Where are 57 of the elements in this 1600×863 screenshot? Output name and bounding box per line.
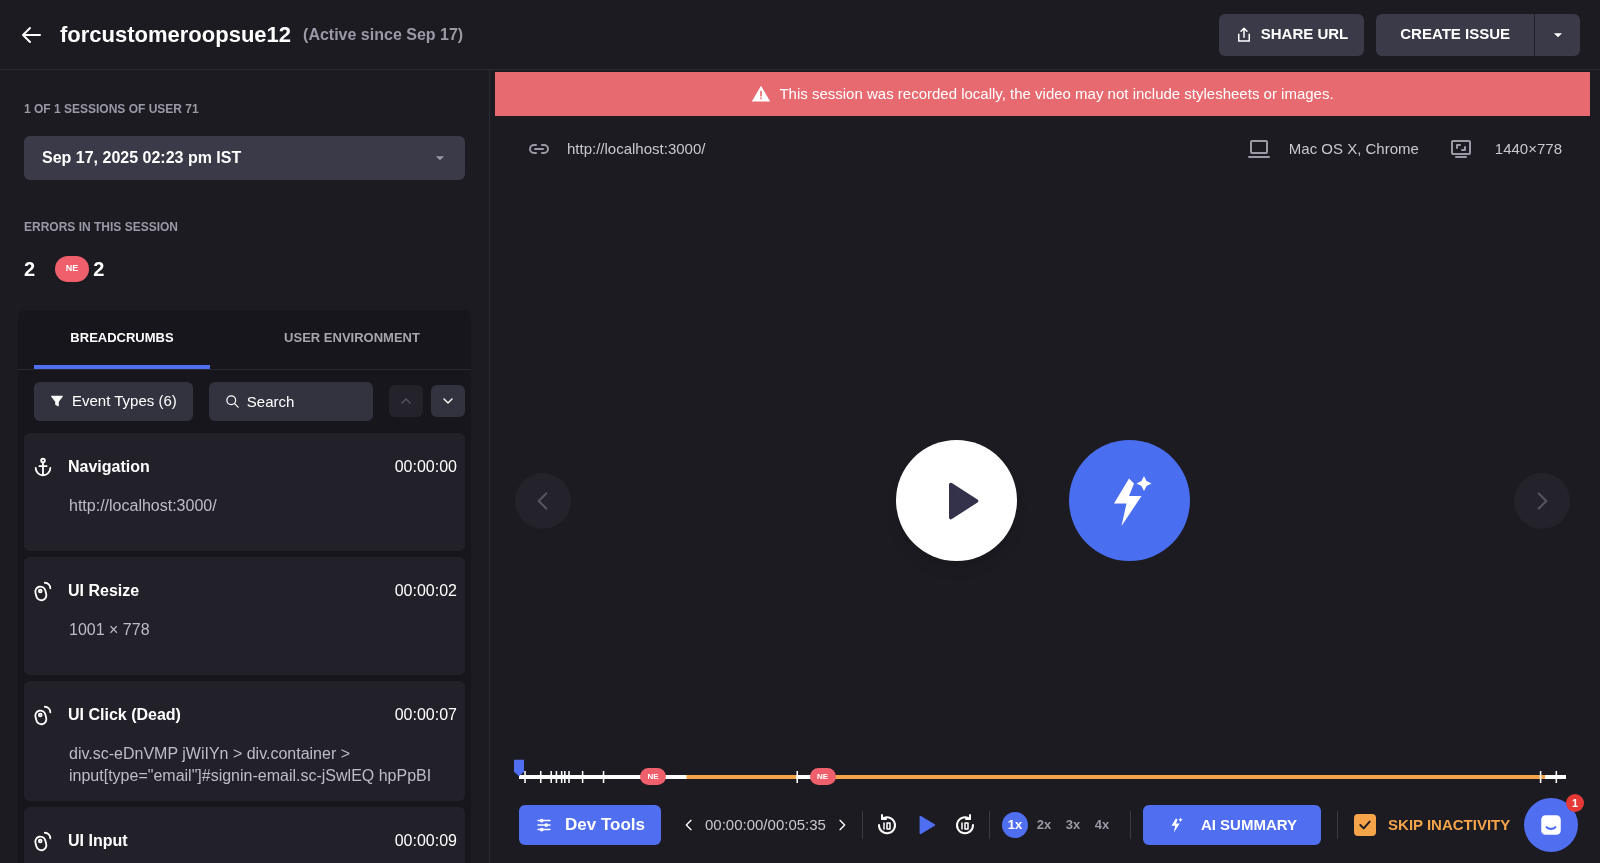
session-dropdown[interactable]: Sep 17, 2025 02:23 pm IST [24, 136, 465, 180]
event-title: UI Resize [68, 580, 140, 601]
share-url-button[interactable]: SHARE URL [1218, 13, 1365, 56]
speed-option[interactable]: 3x [1059, 812, 1086, 838]
search-field[interactable]: Search [208, 381, 373, 421]
warning-icon [751, 84, 772, 104]
scroll-down-button[interactable] [430, 385, 465, 418]
event-time: 00:00:07 [394, 704, 457, 725]
playback-time: 00:00:00/00:05:35 [705, 814, 826, 835]
event-types-button[interactable]: Event Types (6) [34, 381, 193, 421]
mouse-icon [32, 829, 54, 852]
speed-option[interactable]: 4x [1088, 812, 1115, 838]
event-card[interactable]: UI Click (Dead) 00:00:07 div.sc-eDnVMP jWiIYn > div.container > input[type="email"]#signin-email.sc-jSwlEQ hpPpBI [24, 680, 465, 801]
error-marker: NE [640, 768, 666, 785]
errors-label: ERRORS IN THIS SESSION [24, 219, 180, 236]
anchor-icon [32, 455, 54, 478]
create-issue-button[interactable]: CREATE ISSUE [1376, 13, 1534, 56]
search-icon [224, 393, 240, 409]
resolution-text: 1440×778 [1494, 138, 1562, 159]
tab[interactable]: BREADCRUMBS [34, 310, 210, 369]
error-count: 2 [93, 257, 105, 282]
event-card[interactable]: UI Resize 00:00:02 1001 × 778 [24, 556, 465, 675]
error-count: 2 [24, 257, 36, 282]
user-title: forcustomeroopsue12 [60, 21, 292, 49]
error-badge: NE [55, 256, 90, 282]
notification-badge: 1 [1566, 794, 1584, 812]
event-title: UI Click (Dead) [68, 704, 181, 725]
event-time: 00:00:02 [394, 580, 457, 601]
active-since-text: (Active since Sep 17) [303, 24, 464, 45]
tab[interactable]: USER ENVIRONMENT [264, 310, 440, 369]
speed-option[interactable]: 2x [1030, 812, 1057, 838]
error-marker: NE [809, 768, 836, 785]
event-detail: div.sc-eDnVMP jWiIYn > div.container > input[type="email"]#signin-email.sc-jSwlEQ hpPpBI [69, 743, 433, 786]
mouse-icon [32, 703, 54, 726]
event-title: UI Input [68, 830, 128, 851]
ai-summary-button[interactable]: AI SUMMARY [1142, 805, 1322, 845]
platform-text: Mac OS X, Chrome [1288, 138, 1419, 159]
speed-option[interactable]: 1x [1001, 812, 1028, 838]
event-detail: http://localhost:3000/ [69, 495, 218, 516]
sliders-icon [535, 816, 553, 834]
event-detail: 1001 × 778 [69, 619, 151, 640]
timeline-track[interactable] [519, 771, 1566, 783]
playhead-handle[interactable] [513, 759, 525, 777]
mouse-icon [32, 579, 54, 602]
skip-inactivity-checkbox[interactable]: SKIP INACTIVITY [1354, 813, 1511, 837]
filter-icon [50, 394, 64, 409]
sessions-label: 1 OF 1 SESSIONS OF USER 71 [24, 101, 200, 118]
chat-icon [1538, 812, 1564, 838]
event-time: 00:00:09 [394, 830, 457, 851]
page-url: http://localhost:3000/ [567, 138, 706, 159]
dev-tools-button[interactable]: Dev Tools [519, 805, 661, 845]
warning-text: This session was recorded locally, the video may not include stylesheets or images. [779, 83, 1334, 104]
event-time: 00:00:00 [394, 456, 457, 477]
chat-button[interactable] [1524, 798, 1578, 852]
event-title: Navigation [68, 456, 150, 477]
event-card[interactable]: Navigation 00:00:00 http://localhost:3000/ [24, 432, 465, 551]
event-card[interactable]: UI Input 00:00:09 [24, 806, 465, 863]
